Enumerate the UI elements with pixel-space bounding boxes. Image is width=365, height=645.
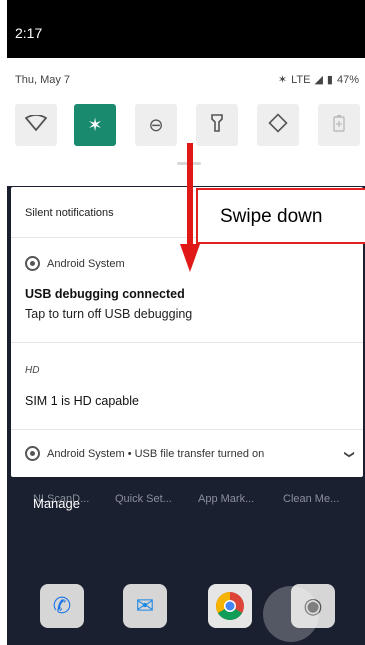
wifi-icon (24, 113, 48, 136)
wifi-tile[interactable] (15, 104, 57, 146)
swipe-arrow-shaft (187, 143, 193, 248)
bluetooth-tile[interactable]: ✶ (74, 104, 116, 146)
usb-notification-app: Android System (47, 257, 125, 270)
dnd-tile[interactable]: ⊖ (135, 104, 177, 146)
app-label-app-market[interactable]: App Mark... (198, 493, 254, 505)
hd-notification-text[interactable]: SIM 1 is HD capable (25, 394, 139, 408)
battery-icon: ▮ (326, 74, 333, 86)
flashlight-icon (211, 113, 223, 137)
dnd-icon: ⊖ (148, 114, 164, 135)
chrome-icon[interactable] (208, 584, 252, 628)
status-time: 2:17 (15, 25, 43, 41)
usb-notification-body[interactable]: Tap to turn off USB debugging (25, 307, 192, 321)
status-bar: 2:17 (7, 0, 365, 58)
usb-notification-title[interactable]: USB debugging connected (25, 287, 185, 301)
divider (11, 342, 363, 343)
messages-icon[interactable]: ✉ (123, 584, 167, 628)
swipe-arrow-head (180, 244, 200, 272)
flashlight-tile[interactable] (196, 104, 238, 146)
android-system-icon (25, 446, 40, 461)
hd-label: HD (25, 365, 40, 376)
battery-percent: 47% (336, 73, 359, 86)
network-type: LTE (291, 73, 311, 86)
battery-saver-icon (333, 114, 345, 137)
phone-screen: 2:17 NLScanD... Quick Set... App Mark...… (7, 0, 365, 645)
touch-indicator (263, 586, 319, 642)
bluetooth-icon: ✶ (87, 114, 103, 135)
app-label-clean-memory[interactable]: Clean Me... (283, 493, 339, 505)
battery-saver-tile[interactable] (318, 104, 360, 146)
collapsed-notification-text: Android System • USB file transfer turne… (47, 447, 265, 460)
chevron-down-icon[interactable]: ❯ (343, 450, 354, 458)
rotate-icon (268, 112, 288, 138)
qs-date: Thu, May 7 (15, 74, 71, 86)
swipe-callout-text: Swipe down (220, 206, 323, 227)
divider (11, 429, 363, 430)
app-label-quick-settings[interactable]: Quick Set... (115, 493, 172, 505)
swipe-callout: Swipe down (196, 188, 365, 244)
usb-notification-header: Android System (25, 256, 125, 271)
manage-button[interactable]: Manage (33, 496, 80, 511)
quick-settings-panel: Thu, May 7 ✶ LTE ◢ ▮ 47% ✶ ⊖ (7, 58, 365, 186)
bluetooth-status-icon: ✶ (277, 74, 288, 86)
qs-status-icons: ✶ LTE ◢ ▮ 47% (277, 73, 359, 87)
android-system-icon (25, 256, 40, 271)
collapsed-notification[interactable]: Android System • USB file transfer turne… (25, 446, 264, 461)
section-title-silent: Silent notifications (25, 207, 114, 219)
phone-icon[interactable]: ✆ (40, 584, 84, 628)
signal-icon: ◢ (314, 74, 323, 86)
rotate-tile[interactable] (257, 104, 299, 146)
